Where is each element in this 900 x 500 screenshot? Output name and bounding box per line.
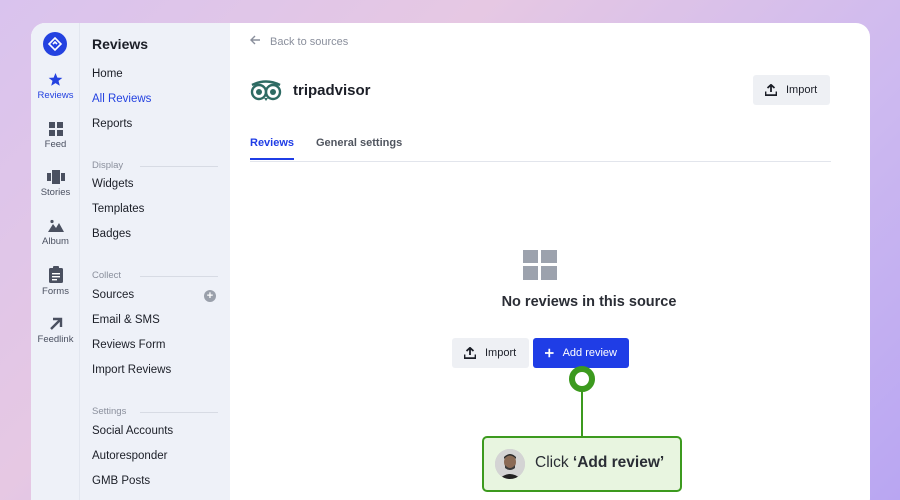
callout-prefix: Click [535,454,569,471]
nav-item-autoresponder[interactable]: Autoresponder [92,450,167,462]
tab-reviews[interactable]: Reviews [250,137,295,160]
nav-item-sources[interactable]: Sources [92,289,134,301]
arrow-up-right-icon [49,317,62,330]
nav-item-all-reviews[interactable]: All Reviews [92,93,151,105]
image-icon [47,219,64,232]
rail-item-stories[interactable]: Stories [31,170,80,198]
callout-text: Click ‘Add review’ [535,454,664,472]
nav-item-widgets[interactable]: Widgets [92,178,134,190]
side-nav: Reviews Home All Reviews Reports Display… [80,23,230,500]
nav-item-social-accounts[interactable]: Social Accounts [92,425,173,437]
nav-item-home[interactable]: Home [92,68,123,80]
back-link-label: Back to sources [270,36,349,48]
rail-label: Album [42,236,69,247]
header-import-button[interactable]: Import [753,75,830,105]
arrow-left-icon [250,35,262,48]
tutorial-callout: Click ‘Add review’ [482,436,682,492]
section-title: Display [92,160,124,171]
nav-item-badges[interactable]: Badges [92,228,131,240]
section-title: Settings [92,406,127,417]
add-review-button[interactable]: Add review [533,338,629,368]
rail-label: Stories [40,187,71,198]
nav-section-settings: Settings [92,406,218,417]
plus-icon [545,348,554,358]
callout-action: ‘Add review’ [572,454,665,471]
back-link[interactable]: Back to sources [250,35,348,48]
nav-section-collect: Collect [92,270,218,281]
upload-icon [464,347,476,359]
rail-label: Feedlink [37,334,74,345]
nav-item-templates[interactable]: Templates [92,203,144,215]
icon-rail: Reviews Feed Stories Album Forms Feedlin… [31,23,80,500]
stories-icon [46,170,65,184]
import-label: Import [485,347,517,359]
empty-import-button[interactable]: Import [452,338,529,368]
avatar [495,449,525,479]
tab-bar: Reviews General settings [250,137,831,162]
nav-title: Reviews [92,36,149,52]
clipboard-icon [48,266,63,283]
add-review-label: Add review [562,347,617,359]
star-icon [48,72,63,86]
rail-label: Reviews [37,90,74,101]
upload-icon [765,84,777,96]
nav-item-import-reviews[interactable]: Import Reviews [92,364,171,376]
main-content: Back to sources tripadvisor Import Revie… [230,23,870,500]
rail-item-feed[interactable]: Feed [31,122,80,150]
app-window: Reviews Feed Stories Album Forms Feedlin… [31,23,870,500]
nav-section-display: Display [92,160,218,171]
grid-icon [48,122,63,136]
source-name: tripadvisor [293,82,371,99]
rail-item-album[interactable]: Album [31,219,80,247]
add-source-icon[interactable]: + [204,290,216,302]
import-label: Import [786,84,818,96]
rail-item-reviews[interactable]: Reviews [31,72,80,101]
nav-item-reports[interactable]: Reports [92,118,132,130]
empty-state-message: No reviews in this source [501,294,677,310]
rail-item-feedlink[interactable]: Feedlink [31,317,80,345]
rail-label: Feed [44,139,67,150]
tripadvisor-owl-icon [250,80,282,101]
rail-item-forms[interactable]: Forms [31,266,80,297]
nav-item-gmb-posts[interactable]: GMB Posts [92,475,150,487]
empty-grid-icon [523,250,557,280]
nav-item-email-sms[interactable]: Email & SMS [92,314,160,326]
rail-label: Forms [42,286,69,297]
app-logo-icon[interactable] [43,32,67,56]
callout-pin [569,366,595,392]
nav-item-reviews-form[interactable]: Reviews Form [92,339,165,351]
callout-connector [581,390,583,437]
section-title: Collect [92,270,122,281]
tab-general-settings[interactable]: General settings [316,137,402,158]
